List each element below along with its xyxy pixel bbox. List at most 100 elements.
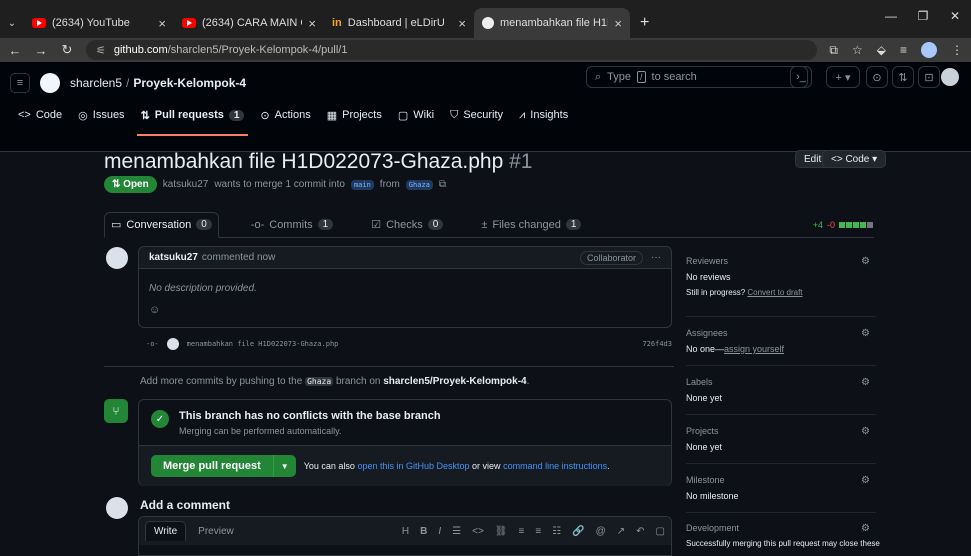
tab-label: Projects <box>342 109 382 121</box>
repo-owner-link[interactable]: sharclen5 <box>70 76 122 90</box>
base-branch-label[interactable]: main <box>350 179 374 190</box>
gear-icon[interactable]: ⚙ <box>861 256 870 267</box>
heading-icon[interactable]: H <box>402 526 409 537</box>
reload-icon[interactable]: ↻ <box>60 42 74 58</box>
tab-conversation[interactable]: ▭ Conversation 0 <box>104 211 219 238</box>
repo-nav-tabs: <> Code ◎ Issues ⇅ Pull requests 1 ⊙ Actions … <box>0 102 971 136</box>
head-branch-label[interactable]: Ghaza <box>405 179 433 190</box>
comment-menu-icon[interactable]: ··· <box>651 252 661 263</box>
tab-title: Dashboard | eLDirU <box>347 17 445 29</box>
merge-period: . <box>607 461 610 471</box>
tab-wiki[interactable]: ▢ Wiki <box>398 102 434 128</box>
italic-icon[interactable]: I <box>438 526 441 537</box>
close-window-icon[interactable]: ✕ <box>939 0 971 32</box>
new-tab-button[interactable]: + <box>630 8 659 38</box>
assign-yourself-link[interactable]: assign yourself <box>724 344 784 354</box>
merge-button-label[interactable]: Merge pull request <box>151 455 274 477</box>
sidebar-assignees: Assignees ⚙ No one—assign yourself <box>686 328 876 354</box>
tab-search-chevron-icon[interactable]: ⌄ <box>0 8 24 38</box>
gear-icon[interactable]: ⚙ <box>861 328 870 339</box>
quote-icon[interactable]: ☰ <box>452 526 461 537</box>
command-palette-button[interactable]: ›_ <box>790 66 812 88</box>
media-icon[interactable]: ≡ <box>900 43 907 57</box>
add-reaction-icon[interactable]: ☺ <box>149 304 661 316</box>
browser-tab-youtube[interactable]: (2634) YouTube × <box>24 8 174 38</box>
convert-to-draft-link[interactable]: Convert to draft <box>747 288 802 297</box>
profile-avatar[interactable] <box>921 42 937 58</box>
extensions-icon[interactable]: ⬙ <box>877 43 886 57</box>
gear-icon[interactable]: ⚙ <box>861 523 870 534</box>
tab-insights[interactable]: ⩘ Insights <box>519 102 568 128</box>
tab-code[interactable]: <> Code <box>18 102 62 128</box>
browser-tab-dashboard[interactable]: in Dashboard | eLDirU × <box>324 8 474 38</box>
pull-requests-button[interactable]: ⇅ <box>892 66 914 88</box>
cast-icon[interactable]: ⧉ <box>829 43 838 58</box>
command-line-link[interactable]: command line instructions <box>503 461 607 471</box>
tab-issues[interactable]: ◎ Issues <box>78 102 124 128</box>
gear-icon[interactable]: ⚙ <box>861 475 870 486</box>
inbox-button[interactable]: ⊡ <box>918 66 940 88</box>
chevron-down-icon[interactable]: ▼ <box>274 455 296 477</box>
tab-pull-requests[interactable]: ⇅ Pull requests 1 <box>136 102 249 136</box>
repo-name-link[interactable]: Proyek-Kelompok-4 <box>133 76 246 90</box>
tab-commits[interactable]: -o- Commits 1 <box>245 212 339 238</box>
tab-projects[interactable]: ▦ Projects <box>327 102 382 128</box>
maximize-icon[interactable]: ❐ <box>907 0 939 32</box>
close-icon[interactable]: × <box>614 16 622 31</box>
sidebar-value: None yet <box>686 442 723 452</box>
tab-actions[interactable]: ⊙ Actions <box>260 102 310 128</box>
search-input[interactable]: ⌕ Type / to search <box>586 66 808 88</box>
avatar[interactable] <box>106 247 128 269</box>
tab-label: Files changed <box>492 218 561 231</box>
url-field[interactable]: ⚟ github.com/sharclen5/Proyek-Kelompok-4… <box>86 40 818 60</box>
close-icon[interactable]: × <box>158 16 166 31</box>
undo-icon[interactable]: ↶ <box>636 526 644 537</box>
link-icon[interactable]: ⛓ <box>495 526 508 537</box>
reference-icon[interactable]: ↗ <box>617 526 625 537</box>
hamburger-menu-icon[interactable]: ≡ <box>10 73 30 93</box>
task-list-icon[interactable]: ☷ <box>552 526 561 537</box>
commit-message-link[interactable]: menambahkan file H1D022073-Ghaza.php <box>187 340 339 348</box>
tab-preview[interactable]: Preview <box>190 522 242 541</box>
push-hint-branch[interactable]: Ghaza <box>305 377 334 386</box>
comment-author-link[interactable]: katsuku27 <box>149 252 198 263</box>
avatar[interactable] <box>106 497 128 519</box>
tab-checks[interactable]: ☑ Checks 0 <box>365 212 449 238</box>
pr-author-link[interactable]: katsuku27 <box>163 179 209 190</box>
issues-button[interactable]: ⊙ <box>866 66 888 88</box>
site-settings-icon[interactable]: ⚟ <box>96 44 106 57</box>
mention-icon[interactable]: @ <box>596 526 606 537</box>
tab-security[interactable]: ⛉ Security <box>450 102 503 128</box>
browser-tab-github[interactable]: menambahkan file H1D02207 × <box>474 8 630 38</box>
attach-icon[interactable]: 🔗 <box>572 526 584 537</box>
push-hint-repo-link[interactable]: sharclen5/Proyek-Kelompok-4 <box>383 376 526 387</box>
code-dropdown-button[interactable]: <> Code ▾ <box>822 150 887 168</box>
github-desktop-link[interactable]: open this in GitHub Desktop <box>357 461 469 471</box>
code-icon[interactable]: <> <box>472 526 484 537</box>
back-arrow-icon[interactable]: ← <box>8 43 22 58</box>
close-icon[interactable]: × <box>308 16 316 31</box>
gear-icon[interactable]: ⚙ <box>861 426 870 437</box>
github-logo-icon[interactable] <box>40 73 60 93</box>
browser-tab-clash[interactable]: (2634) CARA MAIN Clash Royal × <box>174 8 324 38</box>
sidebar-value: No reviews <box>686 272 731 282</box>
copy-icon[interactable]: ⧉ <box>439 179 446 190</box>
avatar[interactable] <box>166 338 179 350</box>
forward-arrow-icon[interactable]: → <box>34 43 48 58</box>
merge-pull-request-button[interactable]: Merge pull request ▼ <box>151 455 296 477</box>
close-icon[interactable]: × <box>458 16 466 31</box>
browser-menu-icon[interactable]: ⋮ <box>951 43 963 57</box>
bold-icon[interactable]: B <box>420 526 427 537</box>
user-avatar[interactable] <box>941 68 959 86</box>
commit-sha-link[interactable]: 726f4d3 <box>642 340 672 348</box>
create-new-button[interactable]: + ▾ <box>826 66 860 88</box>
bookmark-star-icon[interactable]: ☆ <box>852 43 863 57</box>
push-hint: Add more commits by pushing to the Ghaza… <box>140 376 529 387</box>
numbered-list-icon[interactable]: ≡ <box>535 526 541 537</box>
minimize-icon[interactable]: — <box>875 0 907 32</box>
tab-files-changed[interactable]: ± Files changed 1 <box>475 212 587 238</box>
gear-icon[interactable]: ⚙ <box>861 377 870 388</box>
tab-write[interactable]: Write <box>145 521 187 541</box>
fullscreen-icon[interactable]: ▢ <box>656 526 665 537</box>
bulleted-list-icon[interactable]: ≡ <box>519 526 525 537</box>
